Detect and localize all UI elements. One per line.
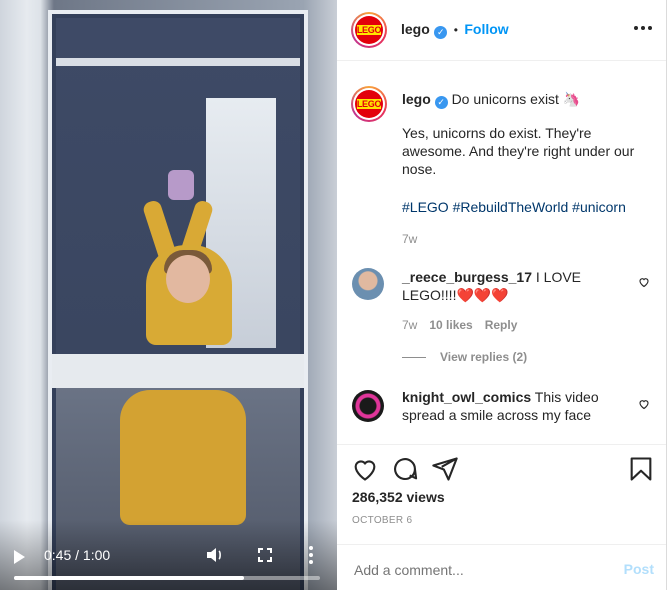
fullscreen-icon[interactable]	[258, 548, 272, 562]
post-actions: 286,352 views OCTOBER 6	[337, 444, 666, 545]
comment-reply-button[interactable]: Reply	[485, 318, 518, 332]
header-user-row: lego ✓ • Follow	[401, 21, 509, 39]
options-dot	[641, 26, 645, 30]
post-header: LEGO lego ✓ • Follow	[337, 0, 666, 61]
save-bookmark-icon[interactable]	[627, 455, 655, 483]
post-panel: LEGO lego ✓ • Follow LEGO lego ✓ Do unic…	[337, 0, 667, 590]
add-comment-input[interactable]	[352, 561, 606, 579]
comment-meta: 7w 10 likes Reply	[402, 318, 517, 332]
lego-logo: LEGO	[355, 90, 383, 118]
window-strip	[56, 58, 300, 66]
comment-text: knight_owl_comics This video spread a sm…	[402, 388, 632, 424]
like-heart-icon[interactable]	[351, 455, 379, 483]
video-frame-image	[0, 0, 337, 590]
post-options-icon[interactable]	[634, 26, 652, 30]
verified-badge-icon: ✓	[434, 26, 448, 39]
like-comment-heart-icon[interactable]	[638, 398, 650, 410]
video-controls: 0:45 / 1:00	[0, 520, 337, 590]
comments-section: LEGO lego ✓ Do unicorns exist 🦄 Yes, uni…	[337, 62, 666, 442]
comment-text: _reece_burgess_17 I LOVE LEGO!!!!❤️❤️❤️	[402, 268, 632, 304]
video-progress-fill	[14, 576, 244, 580]
replies-line	[402, 356, 426, 358]
verified-badge-icon: ✓	[434, 96, 448, 109]
options-dot	[648, 26, 652, 30]
lego-logo: LEGO	[355, 16, 383, 44]
comment-username[interactable]: knight_owl_comics	[402, 389, 531, 405]
like-comment-heart-icon[interactable]	[638, 276, 650, 288]
avatar-inner: LEGO	[353, 88, 385, 120]
comment-username[interactable]: _reece_burgess_17	[402, 269, 532, 285]
video-player[interactable]: 0:45 / 1:00	[0, 0, 337, 590]
view-count[interactable]: 286,352 views	[352, 489, 445, 505]
more-options-icon[interactable]	[309, 546, 313, 564]
caption-avatar[interactable]: LEGO	[351, 86, 387, 122]
play-icon[interactable]	[14, 550, 25, 564]
post-date: OCTOBER 6	[352, 515, 413, 526]
caption-body: Yes, unicorns do exist. They're awesome.…	[402, 125, 635, 177]
options-dot	[634, 26, 638, 30]
video-progress-bar[interactable]	[14, 576, 320, 580]
commenter-avatar[interactable]	[352, 390, 384, 422]
follow-button[interactable]: Follow	[464, 21, 508, 37]
avatar-inner: LEGO	[353, 14, 385, 46]
header-separator: •	[453, 23, 458, 37]
child-head	[166, 255, 210, 303]
commenter-avatar[interactable]	[352, 268, 384, 300]
video-time: 0:45 / 1:00	[44, 547, 111, 563]
caption-title-row: lego ✓ Do unicorns exist 🦄	[402, 91, 580, 109]
comment-icon[interactable]	[391, 455, 419, 483]
window-mullion	[52, 354, 304, 388]
view-replies[interactable]: View replies (2)	[402, 350, 527, 364]
caption-hashtags[interactable]: #LEGO #RebuildTheWorld #unicorn	[402, 198, 652, 216]
caption-age: 7w	[402, 232, 418, 246]
share-icon[interactable]	[431, 455, 459, 483]
comment-likes[interactable]: 10 likes	[429, 318, 472, 332]
caption-username[interactable]: lego	[402, 91, 431, 107]
post-comment-button[interactable]: Post	[624, 561, 654, 577]
child-robe-bottom	[120, 390, 246, 525]
view-replies-label[interactable]: View replies (2)	[440, 350, 527, 364]
unicorn-toy	[168, 170, 194, 200]
avatar[interactable]: LEGO	[351, 12, 387, 48]
header-username[interactable]: lego	[401, 21, 430, 37]
comment-age: 7w	[402, 318, 418, 332]
add-comment-bar: Post	[337, 544, 666, 591]
caption-title: Do unicorns exist 🦄	[451, 91, 581, 107]
volume-icon[interactable]	[206, 547, 224, 563]
